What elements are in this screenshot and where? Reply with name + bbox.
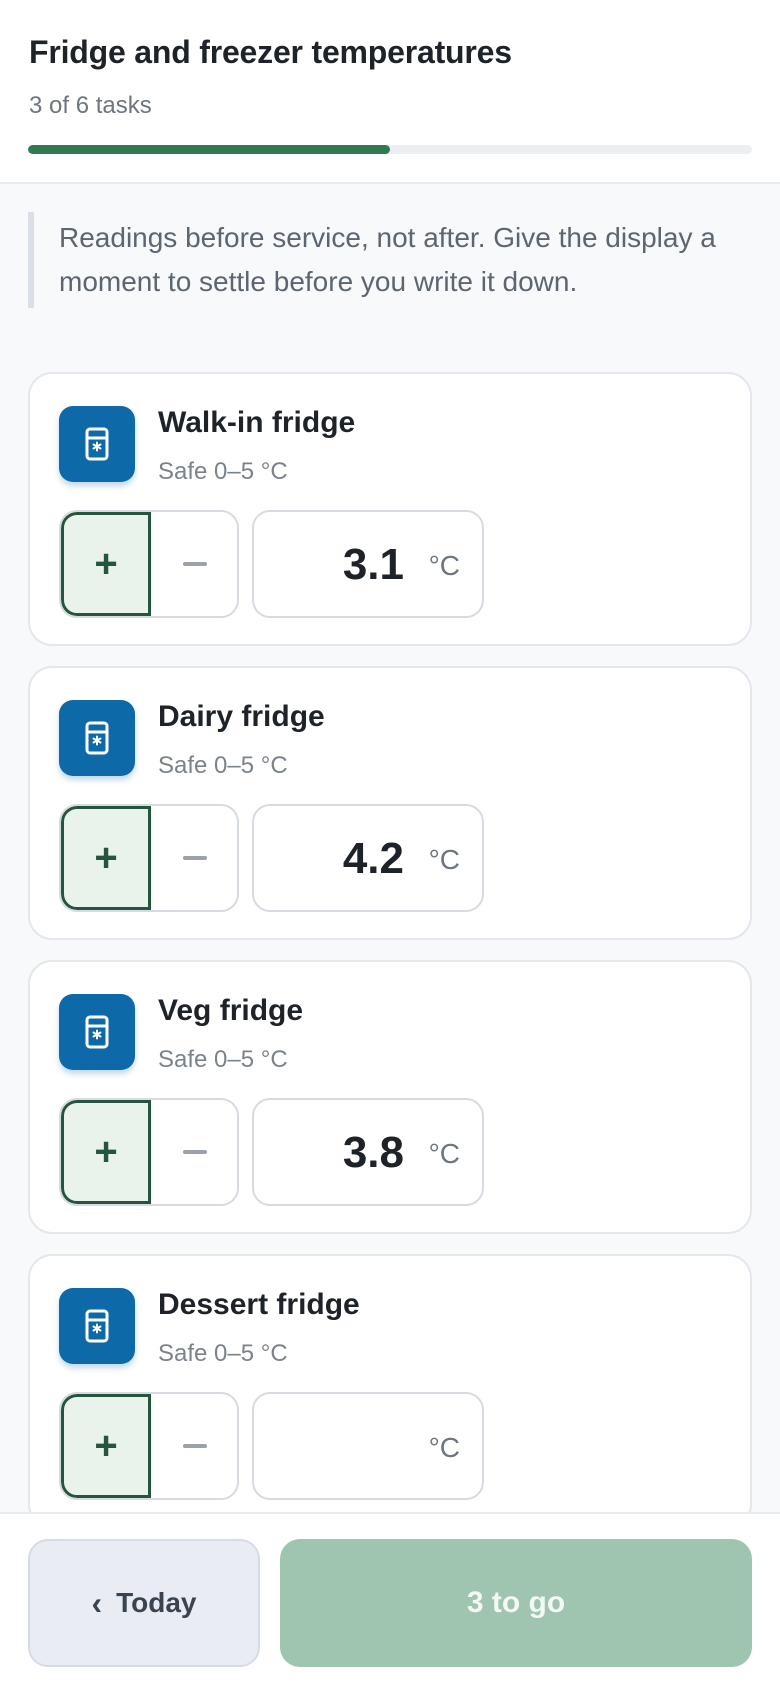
safe-range: Safe 0–5 °C (158, 1046, 288, 1073)
temperature-value: 3.1 (342, 540, 404, 589)
instruction-note: Readings before service, not after. Give… (28, 212, 728, 308)
temperature-unit: °C (428, 1138, 460, 1169)
temperature-unit: °C (428, 844, 460, 875)
progress-bar (28, 145, 752, 154)
decrement-button[interactable] (151, 1394, 237, 1498)
minus-icon (183, 1444, 207, 1448)
temperature-input[interactable]: 4.2 °C (252, 804, 484, 912)
fridge-card: Dessert fridge Safe 0–5 °C + °C (28, 1254, 752, 1528)
safe-range: Safe 0–5 °C (158, 752, 288, 779)
increment-button[interactable]: + (61, 512, 151, 616)
plus-icon: + (94, 541, 118, 586)
fridge-name: Walk-in fridge (158, 406, 356, 439)
page-header: Fridge and freezer temperatures 3 of 6 t… (0, 0, 780, 184)
remaining-tasks-button[interactable]: 3 to go (280, 1539, 752, 1667)
temperature-unit: °C (428, 550, 460, 581)
fridge-name: Dessert fridge (158, 1288, 360, 1321)
temperature-stepper: + (59, 804, 239, 912)
page-title: Fridge and freezer temperatures (29, 34, 512, 70)
temperature-value: 3.8 (342, 1128, 404, 1177)
chevron-left-icon: ‹ (91, 1585, 103, 1621)
task-status: 3 of 6 tasks (29, 92, 152, 119)
plus-icon: + (94, 1423, 118, 1468)
temperature-value: 4.2 (342, 834, 404, 883)
fridge-icon (59, 994, 135, 1070)
increment-button[interactable]: + (61, 1100, 151, 1204)
temperature-unit: °C (428, 1432, 460, 1463)
fridge-icon (59, 700, 135, 776)
plus-icon: + (94, 1129, 118, 1174)
increment-button[interactable]: + (61, 806, 151, 910)
temperature-stepper: + (59, 510, 239, 618)
fridge-icon (59, 1288, 135, 1364)
minus-icon (183, 1150, 207, 1154)
temperature-input[interactable]: 3.8 °C (252, 1098, 484, 1206)
temperature-input[interactable]: 3.1 °C (252, 510, 484, 618)
back-button-label: Today (116, 1587, 197, 1618)
fridge-icon (59, 406, 135, 482)
minus-icon (183, 856, 207, 860)
remaining-tasks-label: 3 to go (466, 1586, 566, 1619)
fridge-card: Veg fridge Safe 0–5 °C +3.8 °C (28, 960, 752, 1234)
safe-range: Safe 0–5 °C (158, 458, 288, 485)
progress-bar-fill (28, 145, 390, 154)
decrement-button[interactable] (151, 806, 237, 910)
fridge-name: Veg fridge (158, 994, 304, 1027)
safe-range: Safe 0–5 °C (158, 1340, 288, 1367)
fridge-card: Walk-in fridge Safe 0–5 °C +3.1 °C (28, 372, 752, 646)
fridge-card: Dairy fridge Safe 0–5 °C +4.2 °C (28, 666, 752, 940)
decrement-button[interactable] (151, 1100, 237, 1204)
back-today-button[interactable]: ‹ Today (28, 1539, 260, 1667)
plus-icon: + (94, 835, 118, 880)
fridge-name: Dairy fridge (158, 700, 325, 733)
increment-button[interactable]: + (61, 1394, 151, 1498)
temperature-stepper: + (59, 1098, 239, 1206)
minus-icon (183, 562, 207, 566)
temperature-input[interactable]: °C (252, 1392, 484, 1500)
decrement-button[interactable] (151, 512, 237, 616)
temperature-stepper: + (59, 1392, 239, 1500)
footer-bar: ‹ Today 3 to go (0, 1512, 780, 1688)
